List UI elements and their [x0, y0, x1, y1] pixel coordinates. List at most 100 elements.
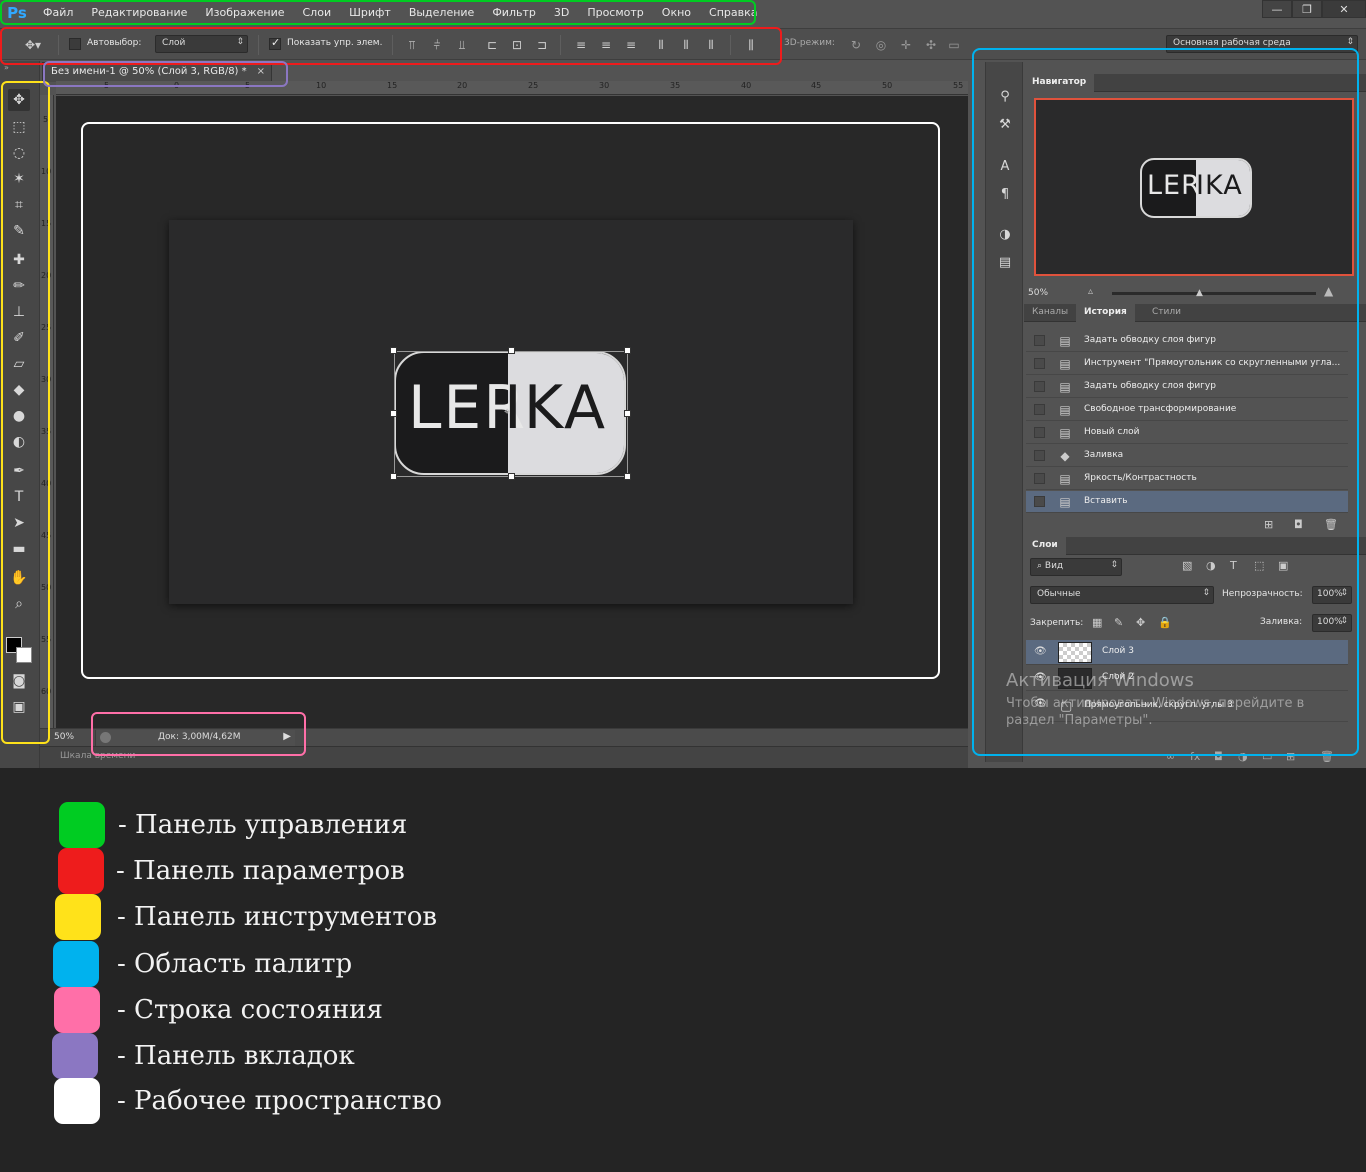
paragraph-icon[interactable]: ¶: [995, 184, 1015, 204]
transform-handle[interactable]: [624, 410, 631, 417]
menu-filter[interactable]: Фильтр: [483, 0, 545, 26]
history-item[interactable]: ▤ Задать обводку слоя фигур: [1026, 376, 1348, 398]
type-tool-icon[interactable]: T: [8, 486, 30, 508]
blur-tool-icon[interactable]: ●: [8, 405, 30, 427]
zoom-tool-icon[interactable]: ⌕: [8, 593, 30, 615]
hand-tool-icon[interactable]: ✋: [8, 567, 30, 589]
distribute-left-icon[interactable]: ⦀: [653, 37, 669, 53]
stamp-tool-icon[interactable]: ⊥: [8, 301, 30, 323]
snapshot-camera-icon[interactable]: ◘: [1294, 518, 1303, 531]
canvas-area[interactable]: LER IKA ⌖: [56, 96, 968, 728]
reference-point-icon[interactable]: ⌖: [504, 405, 510, 419]
visibility-eye-icon[interactable]: 👁: [1034, 646, 1047, 657]
navigator-zoom-slider[interactable]: [1112, 292, 1316, 295]
adjustments-icon[interactable]: ◑: [995, 224, 1015, 244]
transform-handle[interactable]: [390, 473, 397, 480]
pen-tool-icon[interactable]: ✒: [8, 460, 30, 482]
rotate-3d-icon[interactable]: ↻: [848, 37, 864, 53]
close-tab-icon[interactable]: ×: [257, 66, 265, 77]
history-checkbox[interactable]: [1034, 358, 1045, 369]
history-item[interactable]: ▤ Свободное трансформирование: [1026, 399, 1348, 421]
eraser-tool-icon[interactable]: ▱: [8, 353, 30, 375]
slider-thumb-icon[interactable]: ▲: [1196, 288, 1203, 298]
history-item[interactable]: ▤ Новый слой: [1026, 422, 1348, 444]
align-hcenter-icon[interactable]: ⊡: [509, 37, 525, 53]
character-icon[interactable]: A: [995, 156, 1015, 176]
new-layer-icon[interactable]: ⊞: [1286, 750, 1295, 763]
transform-bounding-box[interactable]: [394, 351, 628, 477]
menu-select[interactable]: Выделение: [400, 0, 484, 26]
screen-mode-icon[interactable]: ▣: [8, 696, 30, 718]
brush-presets-icon[interactable]: ⚲: [995, 86, 1015, 106]
history-item[interactable]: ◆ Заливка: [1026, 445, 1348, 467]
menu-type[interactable]: Шрифт: [340, 0, 400, 26]
trash-icon[interactable]: 🗑: [1324, 518, 1338, 531]
auto-align-icon[interactable]: ⫼: [743, 37, 759, 53]
menu-3d[interactable]: 3D: [545, 0, 578, 26]
horizontal-ruler[interactable]: 5 0 5 10 15 20 25 30 35 40 45 50 55: [56, 81, 968, 95]
layer-row-selected[interactable]: 👁 Слой 3: [1026, 640, 1348, 665]
move-tool-preset-icon[interactable]: ✥▾: [20, 37, 46, 53]
distribute-bottom-icon[interactable]: ≡: [623, 37, 639, 53]
transform-handle[interactable]: [390, 410, 397, 417]
layer-mask-icon[interactable]: ◘: [1214, 750, 1223, 763]
tab-history[interactable]: История: [1076, 304, 1135, 322]
history-checkbox[interactable]: [1034, 335, 1045, 346]
history-item[interactable]: ▤ Инструмент "Прямоугольник со скругленн…: [1026, 353, 1348, 375]
drag-3d-icon[interactable]: ✛: [898, 37, 914, 53]
quick-mask-icon[interactable]: ◙: [8, 670, 30, 692]
distribute-hcenter-icon[interactable]: ⦀: [678, 37, 694, 53]
tab-navigator[interactable]: Навигатор: [1024, 74, 1095, 92]
history-checkbox[interactable]: [1034, 473, 1045, 484]
lock-position-icon[interactable]: ✥: [1136, 616, 1145, 629]
document-canvas[interactable]: LER IKA ⌖: [169, 220, 853, 604]
tool-presets-icon[interactable]: ⚒: [995, 114, 1015, 134]
tab-styles[interactable]: Стили: [1144, 304, 1189, 322]
layer-style-icon[interactable]: fx: [1190, 750, 1200, 763]
new-document-from-state-icon[interactable]: ⊞: [1264, 518, 1273, 531]
paint-bucket-tool-icon[interactable]: ◆: [8, 379, 30, 401]
restore-button[interactable]: ❐: [1292, 0, 1322, 18]
transform-handle[interactable]: [508, 473, 515, 480]
healing-brush-tool-icon[interactable]: ✚: [8, 249, 30, 271]
layer-filter-dropdown[interactable]: ⌕ Вид: [1030, 558, 1122, 576]
filter-type-icon[interactable]: T: [1230, 559, 1237, 572]
delete-layer-icon[interactable]: 🗑: [1320, 750, 1334, 763]
document-tab[interactable]: Без имени-1 @ 50% (Слой 3, RGB/8) * ×: [42, 62, 272, 82]
vertical-ruler[interactable]: 5 10 15 20 25 30 35 40 45 50 55 60: [40, 95, 54, 728]
filter-pixel-icon[interactable]: ▧: [1182, 559, 1192, 572]
filter-shape-icon[interactable]: ⬚: [1254, 559, 1264, 572]
history-item[interactable]: ▤ Задать обводку слоя фигур: [1026, 330, 1348, 352]
show-controls-checkbox[interactable]: [269, 36, 281, 50]
history-checkbox[interactable]: [1034, 450, 1045, 461]
menu-view[interactable]: Просмотр: [578, 0, 652, 26]
history-checkbox[interactable]: [1034, 404, 1045, 415]
transform-handle[interactable]: [624, 347, 631, 354]
zoom-out-icon[interactable]: ▵: [1088, 286, 1093, 297]
fill-input[interactable]: 100%: [1312, 614, 1352, 632]
tab-channels[interactable]: Каналы: [1024, 304, 1076, 322]
history-checkbox[interactable]: [1034, 381, 1045, 392]
navigator-preview[interactable]: LER IKA: [1034, 98, 1354, 276]
move-tool-icon[interactable]: ✥: [8, 89, 30, 111]
workspace-dropdown[interactable]: Основная рабочая среда: [1166, 35, 1358, 53]
slide-3d-icon[interactable]: ✣: [923, 37, 939, 53]
lock-transparent-icon[interactable]: ▦: [1092, 616, 1102, 629]
blend-mode-dropdown[interactable]: Обычные: [1030, 586, 1214, 604]
menu-file[interactable]: Файл: [34, 0, 82, 26]
scale-3d-icon[interactable]: ▭: [946, 37, 962, 53]
opacity-input[interactable]: 100%: [1312, 586, 1352, 604]
align-right-icon[interactable]: ⊐: [534, 37, 550, 53]
autoselect-checkbox[interactable]: [69, 38, 81, 50]
lock-all-icon[interactable]: 🔒: [1158, 616, 1172, 629]
rectangle-tool-icon[interactable]: ▬: [8, 538, 30, 560]
align-left-icon[interactable]: ⊏: [484, 37, 500, 53]
document-info[interactable]: Док: 3,00M/4,62M ▶: [95, 730, 295, 746]
minimize-button[interactable]: —: [1262, 0, 1292, 18]
roll-3d-icon[interactable]: ◎: [873, 37, 889, 53]
brush-tool-icon[interactable]: ✏: [8, 275, 30, 297]
close-button[interactable]: ✕: [1322, 0, 1366, 18]
align-vcenter-icon[interactable]: ⫩: [429, 37, 445, 53]
new-group-icon[interactable]: ▭: [1262, 750, 1272, 763]
lock-pixels-icon[interactable]: ✎: [1114, 616, 1123, 629]
